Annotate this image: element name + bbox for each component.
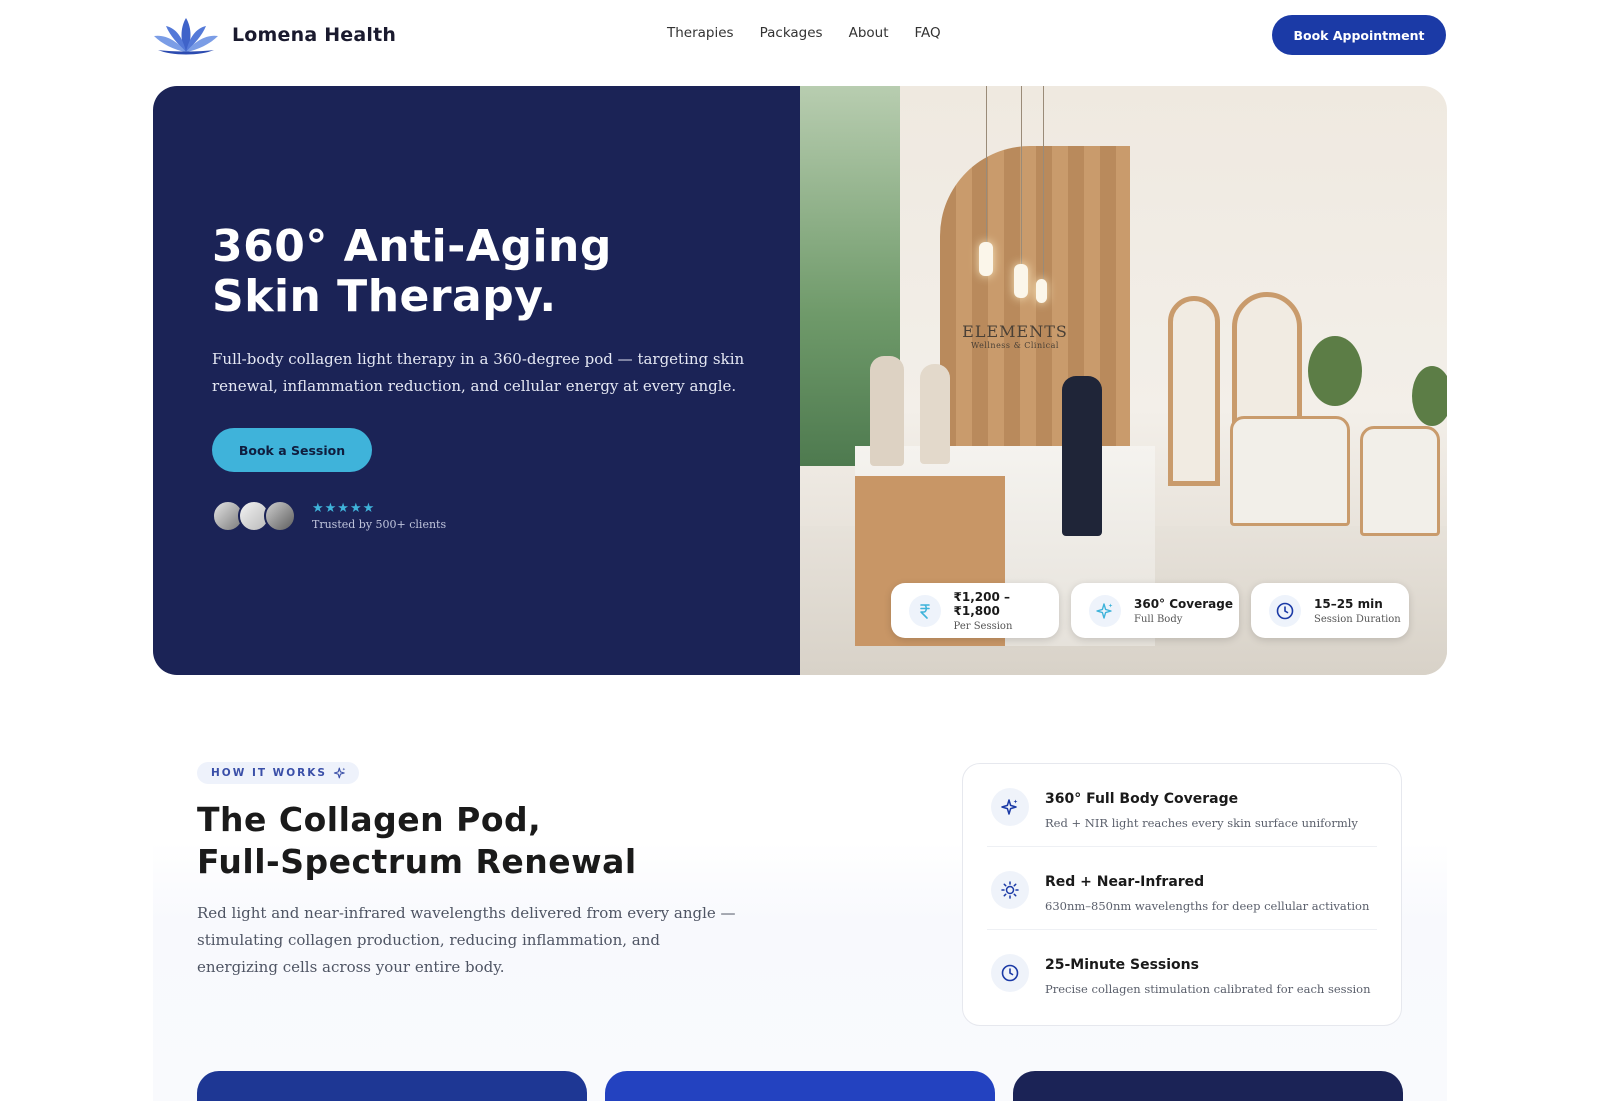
stat-card-price: ₹1,200 – ₹1,800 Per Session	[891, 583, 1059, 638]
book-session-button[interactable]: Book a Session	[212, 428, 372, 472]
section-description: Red light and near-infrared wavelengths …	[197, 904, 736, 976]
hero-clinic-image: ELEMENTS Wellness & Clinical ₹1,200 – ₹1…	[800, 86, 1447, 675]
sparkle-icon	[1089, 594, 1121, 627]
hero-title-line1: 360° Anti-Aging	[212, 221, 612, 272]
feature-description: Precise collagen stimulation calibrated …	[1045, 982, 1371, 996]
how-it-works-eyebrow: HOW IT WORKS	[197, 762, 359, 784]
sparkle-icon	[333, 767, 346, 779]
avatar	[264, 500, 296, 532]
feature-title: 25-Minute Sessions	[1045, 957, 1199, 973]
stat-label: Session Duration	[1314, 613, 1401, 625]
step-card[interactable]	[1013, 1071, 1403, 1101]
book-appointment-button[interactable]: Book Appointment	[1272, 15, 1446, 55]
feature-item: Red + Near-Infrared 630nm–850nm waveleng…	[987, 847, 1377, 930]
star-rating-icon: ★★★★★	[312, 500, 376, 516]
clinic-sign-name: ELEMENTS	[962, 322, 1068, 341]
brand-name: Lomena Health	[232, 24, 397, 46]
step-card[interactable]	[605, 1071, 995, 1101]
nav-link-therapies[interactable]: Therapies	[667, 25, 734, 41]
hero-title-line2: Skin Therapy.	[212, 271, 557, 322]
sun-icon	[991, 871, 1029, 909]
rupee-icon	[909, 594, 941, 627]
nav-link-packages[interactable]: Packages	[760, 25, 823, 41]
section-title-line2: Full-Spectrum Renewal	[197, 842, 637, 881]
clock-icon	[991, 954, 1029, 992]
brand[interactable]: Lomena Health	[152, 14, 396, 56]
eyebrow-label: HOW IT WORKS	[211, 767, 327, 779]
client-avatars	[212, 500, 296, 532]
trust-label: Trusted by 500+ clients	[312, 517, 447, 531]
lotus-logo-icon	[154, 18, 218, 55]
nav-links: Therapies Packages About FAQ	[667, 25, 941, 41]
clinic-sign-sub: Wellness & Clinical	[971, 341, 1059, 350]
section-title-line1: The Collagen Pod,	[197, 800, 542, 839]
feature-description: 630nm–850nm wavelengths for deep cellula…	[1045, 899, 1370, 913]
stat-label: Per Session	[953, 620, 1013, 632]
feature-item: 25-Minute Sessions Precise collagen stim…	[987, 930, 1377, 1013]
nav-link-about[interactable]: About	[849, 25, 889, 41]
trust-text: ★★★★★ Trusted by 500+ clients	[312, 500, 447, 531]
step-card[interactable]	[197, 1071, 587, 1101]
feature-description: Red + NIR light reaches every skin surfa…	[1045, 816, 1358, 830]
feature-item: 360° Full Body Coverage Red + NIR light …	[987, 764, 1377, 847]
stat-card-coverage: 360° Coverage Full Body	[1071, 583, 1239, 638]
nav-link-faq[interactable]: FAQ	[915, 25, 941, 41]
sparkle-icon	[991, 788, 1029, 826]
feature-title: Red + Near-Infrared	[1045, 874, 1205, 890]
section-title: The Collagen Pod, Full-Spectrum Renewal	[197, 799, 637, 883]
trust-indicator: ★★★★★ Trusted by 500+ clients	[212, 500, 446, 532]
hero-content-panel: 360° Anti-Aging Skin Therapy. Full-body …	[153, 86, 800, 675]
hero-title: 360° Anti-Aging Skin Therapy.	[212, 222, 612, 322]
clinic-sign: ELEMENTS Wellness & Clinical	[960, 322, 1070, 350]
hero-subtitle: Full-body collagen light therapy in a 36…	[212, 350, 745, 395]
stat-value: 360° Coverage	[1134, 596, 1233, 611]
top-nav: Lomena Health Therapies Packages About F…	[0, 0, 1600, 70]
stat-label: Full Body	[1134, 613, 1183, 625]
hero-section: 360° Anti-Aging Skin Therapy. Full-body …	[153, 86, 1447, 675]
stat-value: 15–25 min	[1314, 596, 1383, 611]
clock-icon	[1269, 594, 1301, 627]
feature-title: 360° Full Body Coverage	[1045, 791, 1239, 807]
stat-value: ₹1,200 – ₹1,800	[953, 589, 1011, 618]
features-card: 360° Full Body Coverage Red + NIR light …	[962, 763, 1402, 1026]
stat-card-duration: 15–25 min Session Duration	[1251, 583, 1409, 638]
